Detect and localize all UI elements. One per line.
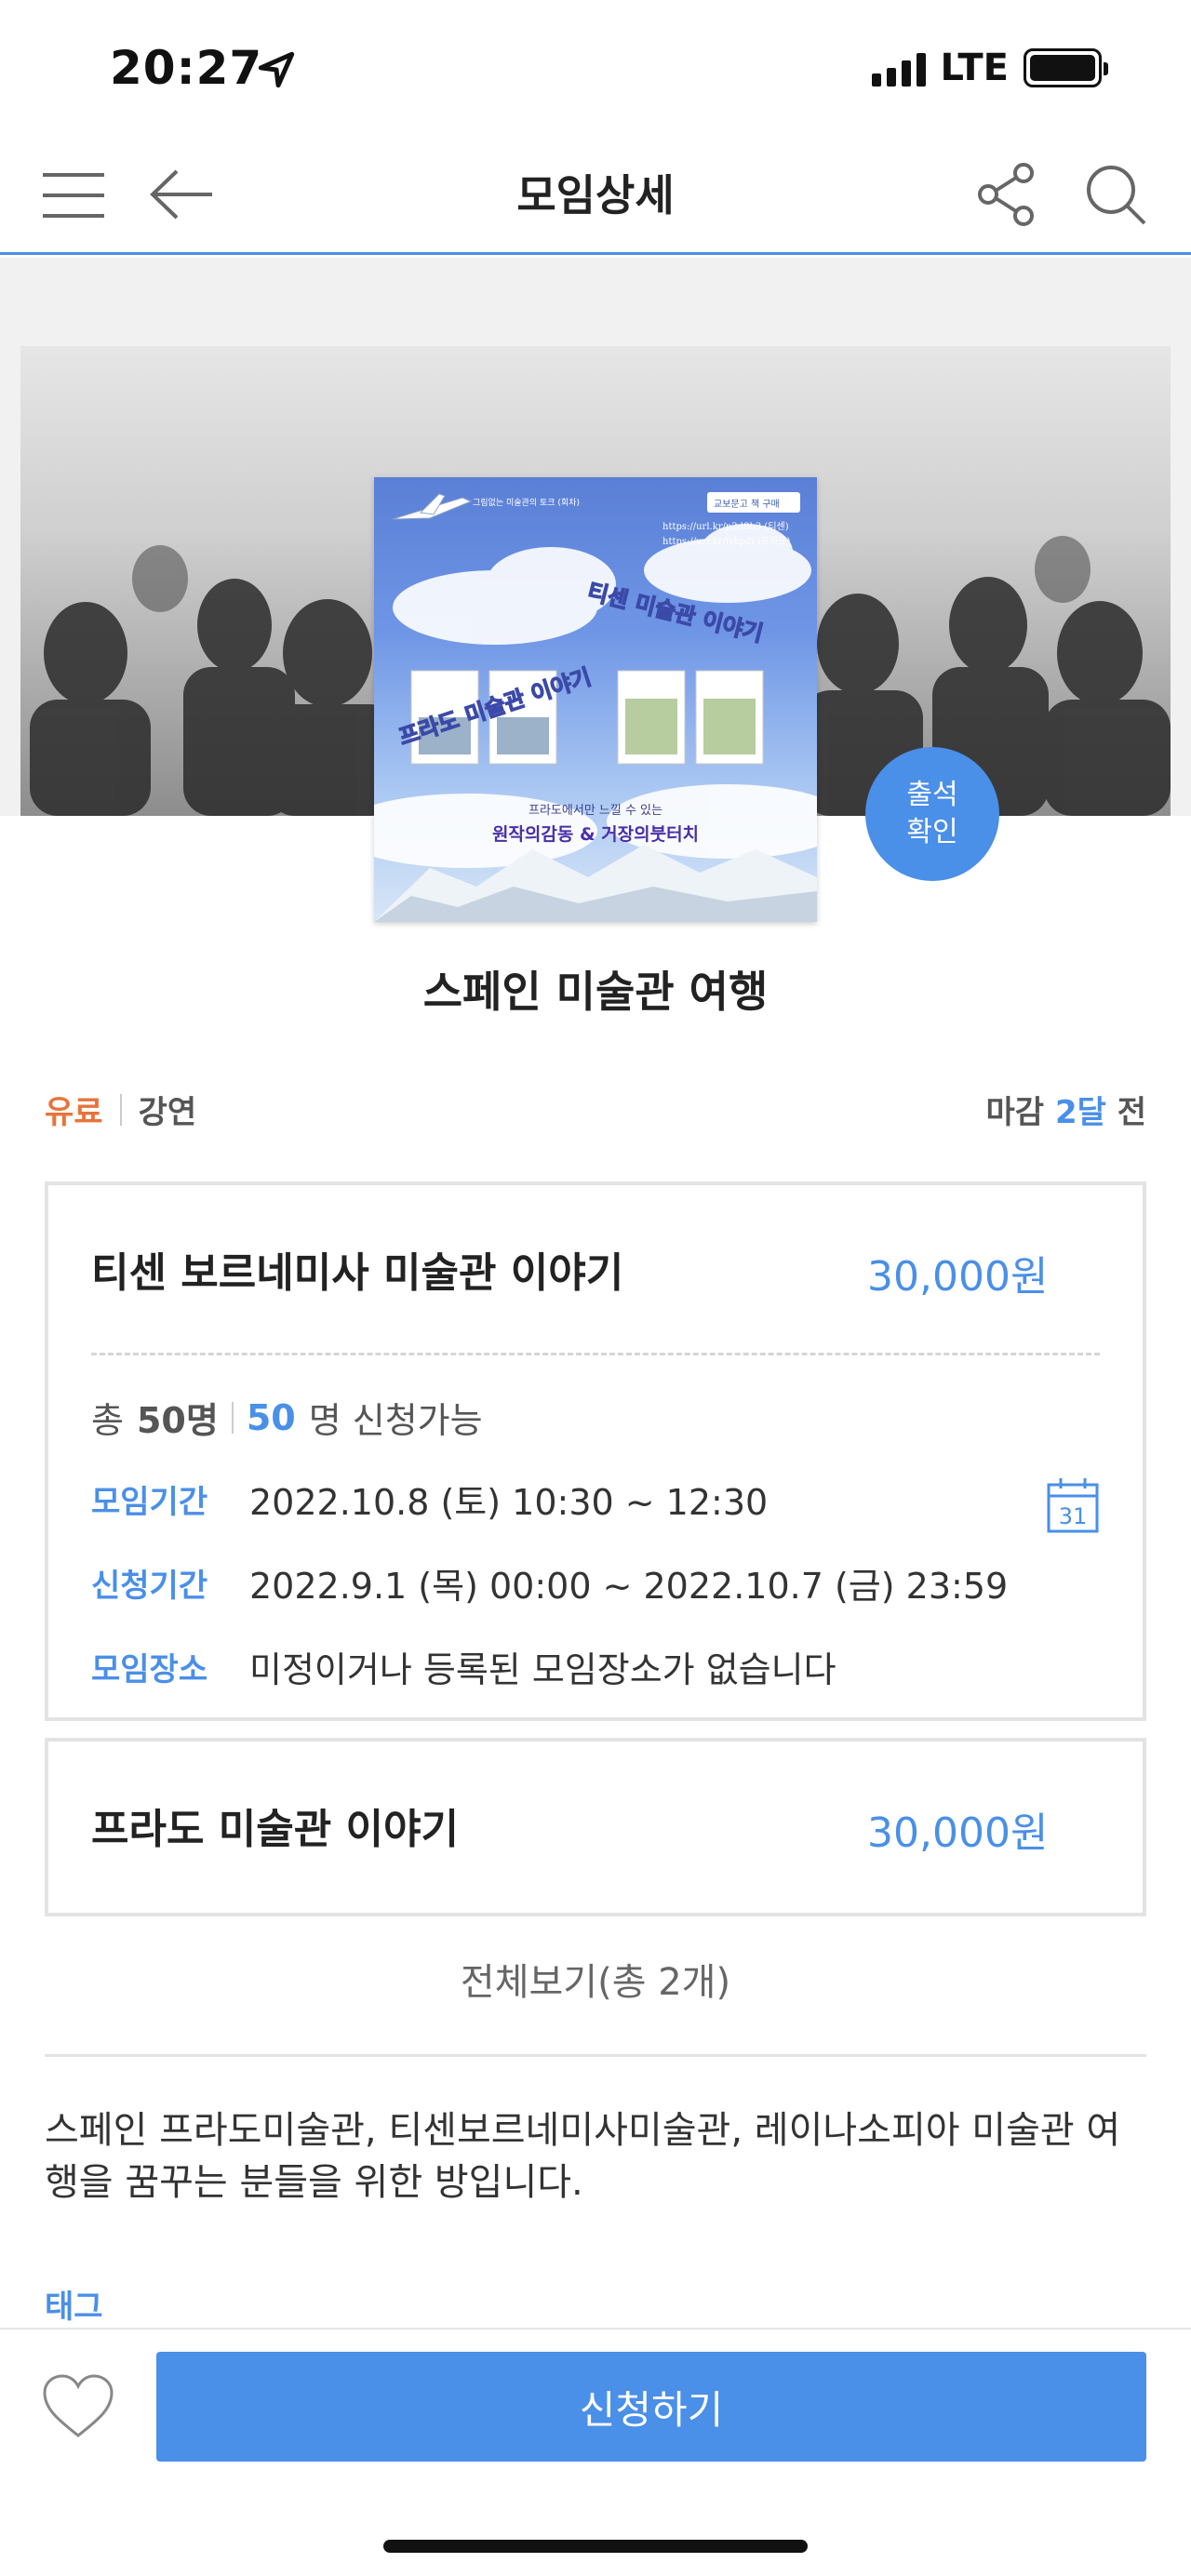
capacity-divider	[231, 1401, 234, 1434]
apply-button[interactable]: 신청하기	[156, 2352, 1146, 2462]
meeting-place-row: 모임장소 미정이거나 등록된 모임장소가 없습니다	[91, 1641, 836, 1692]
meta-divider	[119, 1093, 122, 1126]
deadline-suffix: 전	[1117, 1094, 1146, 1131]
location-arrow-icon	[258, 51, 295, 88]
event-title: 스페인 미술관 여행	[422, 967, 769, 1017]
deadline-value: 2달	[1054, 1094, 1106, 1131]
signal-icon	[871, 49, 926, 87]
network-label: LTE	[940, 47, 1009, 89]
app-header: 모임상세	[0, 130, 1191, 255]
apply-period-value: 2022.9.1 (목) 00:00 ~ 2022.10.7 (금) 23:59	[249, 1566, 1009, 1607]
session-name: 티센 보르네미사 미술관 이야기	[91, 1249, 624, 1297]
apply-period-row: 신청기간 2022.9.1 (목) 00:00 ~ 2022.10.7 (금) …	[91, 1557, 1008, 1608]
calendar-icon[interactable]: 31	[1046, 1475, 1100, 1535]
event-description: 스페인 프라도미술관, 티센보르네미사미술관, 레이나소피아 미술관 여행을 꿈…	[45, 2109, 1121, 2204]
total-prefix: 총	[91, 1400, 124, 1441]
section-divider	[45, 2054, 1146, 2057]
event-meta-row: 유료 강연 마감 2달 전	[45, 1087, 1146, 1131]
available-value: 50	[246, 1396, 296, 1438]
session-card[interactable]: 티센 보르네미사 미술관 이야기 30,000원 총 50명 50 명 신청가능…	[45, 1181, 1146, 1721]
status-time: 20:27	[110, 41, 263, 95]
attendance-label-1: 출석	[906, 779, 958, 811]
tags-label: 태그	[45, 2289, 103, 2326]
meeting-period-row: 모임기간 2022.10.8 (토) 10:30 ~ 12:30	[91, 1474, 768, 1525]
battery-icon	[1024, 48, 1108, 87]
poster-url-1: https://url.kr/p2d8h3 (티센)	[662, 521, 789, 532]
session-price: 30,000원	[867, 1253, 1049, 1301]
poster-sub-2: 원작의감동 & 거장의붓터치	[492, 824, 699, 845]
status-bar: 20:27 LTE	[0, 0, 1191, 130]
meeting-period-label: 모임기간	[91, 1484, 208, 1521]
meeting-period-value: 2022.10.8 (토) 10:30 ~ 12:30	[249, 1482, 769, 1523]
meeting-place-value: 미정이거나 등록된 모임장소가 없습니다	[249, 1649, 836, 1690]
attendance-check-button[interactable]: 출석 확인	[865, 747, 999, 881]
session-name: 프라도 미술관 이야기	[91, 1806, 459, 1853]
home-indicator	[383, 2540, 808, 2553]
event-type: 강연	[138, 1094, 197, 1131]
view-all-link[interactable]: 전체보기(총 2개)	[0, 1952, 1191, 2006]
attendance-label-2: 확인	[906, 816, 958, 848]
heart-icon[interactable]	[41, 2372, 115, 2439]
paid-badge: 유료	[45, 1094, 103, 1131]
poster-url-2: https://url.kr/ivkp2l (프라도)	[662, 536, 790, 547]
poster-top-line: 그림없는 미술관의 토크 (회차)	[473, 497, 580, 508]
available-suffix: 명 신청가능	[308, 1400, 483, 1441]
capacity-info: 총 50명 50 명 신청가능	[91, 1392, 483, 1443]
dashed-divider	[91, 1353, 1100, 1355]
deadline-prefix: 마감	[985, 1094, 1045, 1131]
search-icon[interactable]	[1083, 162, 1148, 227]
deadline-text: 마감 2달 전	[986, 1087, 1146, 1132]
airplane-icon	[392, 493, 473, 520]
poster-badge: 교보문고 책 구매	[714, 499, 780, 510]
bottom-action-bar: 신청하기	[0, 2328, 1191, 2576]
meeting-place-label: 모임장소	[91, 1651, 208, 1688]
share-icon[interactable]	[975, 162, 1040, 227]
apply-period-label: 신청기간	[91, 1568, 208, 1605]
calendar-day: 31	[1059, 1503, 1088, 1529]
poster-sub-1: 프라도에서만 느낄 수 있는	[529, 804, 662, 818]
total-value: 50명	[136, 1400, 219, 1441]
session-price: 30,000원	[867, 1809, 1049, 1857]
session-card[interactable]: 프라도 미술관 이야기 30,000원	[45, 1738, 1146, 1916]
event-poster-image: 교보문고 책 구매 그림없는 미술관의 토크 (회차) https://url.…	[374, 477, 817, 922]
